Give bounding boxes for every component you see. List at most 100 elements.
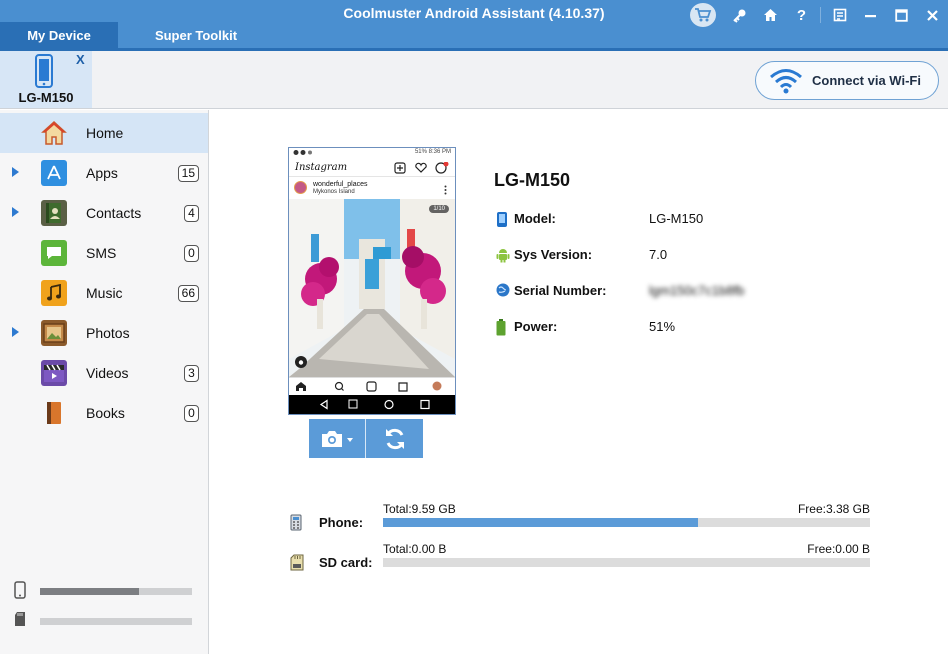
phone-storage-row: Phone: Total:9.59 GB Free:3.38 GB	[290, 499, 870, 539]
sd-card-icon	[290, 554, 304, 572]
wifi-icon	[768, 67, 804, 95]
sidebar-item-label: Music	[86, 285, 123, 301]
home-icon[interactable]	[755, 3, 786, 27]
street-photo-image	[289, 199, 455, 377]
expand-arrow-icon[interactable]	[12, 327, 19, 337]
sd-storage-bar	[383, 558, 870, 567]
device-tab[interactable]: X LG-M150	[0, 51, 92, 108]
phone-storage-free: Free:3.38 GB	[797, 502, 870, 516]
contacts-book-icon	[41, 200, 67, 226]
feedback-icon[interactable]	[824, 3, 855, 27]
sidebar-sd-storage-bar	[40, 618, 192, 625]
info-value: 51%	[649, 319, 676, 334]
title-separator	[820, 7, 821, 23]
sidebar-item-sms[interactable]: SMS 0	[0, 233, 208, 273]
key-icon[interactable]	[724, 3, 755, 27]
sidebar-item-label: Apps	[86, 165, 118, 181]
connect-wifi-label: Connect via Wi-Fi	[812, 73, 921, 88]
instagram-logo: Instagram	[295, 162, 348, 173]
instagram-header-icons	[393, 161, 449, 179]
sidebar: Home Apps 15 Contacts 4 SMS 0 Music 66 P…	[0, 110, 209, 654]
app-store-icon	[41, 160, 67, 186]
maximize-icon[interactable]	[886, 3, 917, 27]
sidebar-item-label: Photos	[86, 325, 130, 341]
post-header: wonderful_places Mykonos Island	[289, 178, 455, 198]
phone-status-text: 51% 8:36 PM	[414, 149, 451, 155]
instagram-header: Instagram	[289, 158, 455, 177]
minimize-icon[interactable]	[855, 3, 886, 27]
sidebar-item-label: SMS	[86, 245, 117, 261]
sidebar-item-apps[interactable]: Apps 15	[0, 153, 208, 193]
sd-storage-free: Free:0.00 B	[807, 542, 870, 556]
android-nav-bar	[289, 395, 455, 414]
expand-arrow-icon[interactable]	[12, 207, 19, 217]
connect-wifi-button[interactable]: Connect via Wi-Fi	[755, 61, 939, 100]
android-icon	[496, 247, 510, 263]
sidebar-sd-storage	[14, 611, 194, 631]
count-badge: 66	[177, 285, 199, 302]
info-label: Model:	[514, 211, 556, 226]
main-tabs: My Device Super Toolkit	[0, 22, 274, 48]
home-icon	[41, 120, 67, 146]
photo-frame-icon	[41, 320, 67, 346]
window-controls: ?	[690, 3, 948, 27]
sms-bubble-icon	[41, 240, 67, 266]
main-panel: 51% 8:36 PM Instagram wonderful_places M…	[210, 110, 948, 654]
count-badge: 15	[177, 165, 199, 182]
tab-super-toolkit[interactable]: Super Toolkit	[118, 22, 274, 48]
close-icon[interactable]	[917, 3, 948, 27]
tab-my-device[interactable]: My Device	[0, 22, 118, 48]
phone-icon	[34, 54, 54, 93]
sidebar-item-photos[interactable]: Photos	[0, 313, 208, 353]
sd-storage-row: SD card: Total:0.00 B Free:0.00 B	[290, 539, 870, 579]
cart-icon[interactable]	[690, 3, 716, 27]
phone-storage-label: Phone:	[319, 515, 364, 530]
screen-action-buttons	[309, 419, 424, 458]
count-badge: 0	[184, 405, 199, 422]
sidebar-item-music[interactable]: Music 66	[0, 273, 208, 313]
avatar	[294, 181, 307, 194]
phone-storage-bar	[383, 518, 870, 527]
instagram-nav-icons	[296, 381, 442, 392]
sidebar-item-contacts[interactable]: Contacts 4	[0, 193, 208, 233]
count-badge: 0	[184, 245, 199, 262]
screenshot-button[interactable]	[309, 419, 366, 458]
info-value: 7.0	[649, 247, 668, 262]
camera-icon	[322, 430, 353, 447]
sidebar-item-label: Contacts	[86, 205, 142, 221]
post-username: wonderful_places	[313, 181, 368, 188]
info-label: Power:	[514, 319, 558, 334]
device-screen-preview: 51% 8:36 PM Instagram wonderful_places M…	[288, 147, 456, 415]
title-bar: Coolmuster Android Assistant (4.10.37) ?…	[0, 0, 948, 48]
phone-icon	[496, 211, 510, 227]
sidebar-item-label: Home	[86, 125, 124, 141]
close-device-icon[interactable]: X	[76, 52, 85, 67]
refresh-button[interactable]	[366, 419, 423, 458]
post-photo: 1/10	[289, 199, 455, 377]
post-location: Mykonos Island	[313, 189, 355, 195]
sd-storage-total: Total:0.00 B	[383, 542, 447, 556]
expand-arrow-icon[interactable]	[12, 167, 19, 177]
notification-icons	[293, 149, 319, 158]
serial-number-value: lgm150c7c1b8fb	[649, 283, 745, 298]
phone-storage-total: Total:9.59 GB	[383, 502, 456, 516]
music-note-icon	[41, 280, 67, 306]
count-badge: 4	[184, 205, 199, 222]
phone-storage-icon	[290, 514, 304, 532]
book-icon	[41, 400, 67, 426]
count-badge: 3	[184, 365, 199, 382]
video-clapper-icon	[41, 360, 67, 386]
phone-storage-fill	[383, 518, 699, 527]
camera-badge-icon	[295, 355, 307, 373]
sidebar-item-label: Books	[86, 405, 125, 421]
info-label: Sys Version:	[514, 247, 593, 262]
info-value: LG-M150	[649, 211, 704, 226]
more-options-icon	[444, 182, 447, 200]
info-label: Serial Number:	[514, 283, 607, 298]
sidebar-item-videos[interactable]: Videos 3	[0, 353, 208, 393]
sidebar-phone-storage	[14, 581, 194, 601]
help-icon[interactable]: ?	[786, 3, 817, 27]
sidebar-item-home[interactable]: Home	[0, 113, 208, 153]
sidebar-item-label: Videos	[86, 365, 129, 381]
sidebar-item-books[interactable]: Books 0	[0, 393, 208, 433]
